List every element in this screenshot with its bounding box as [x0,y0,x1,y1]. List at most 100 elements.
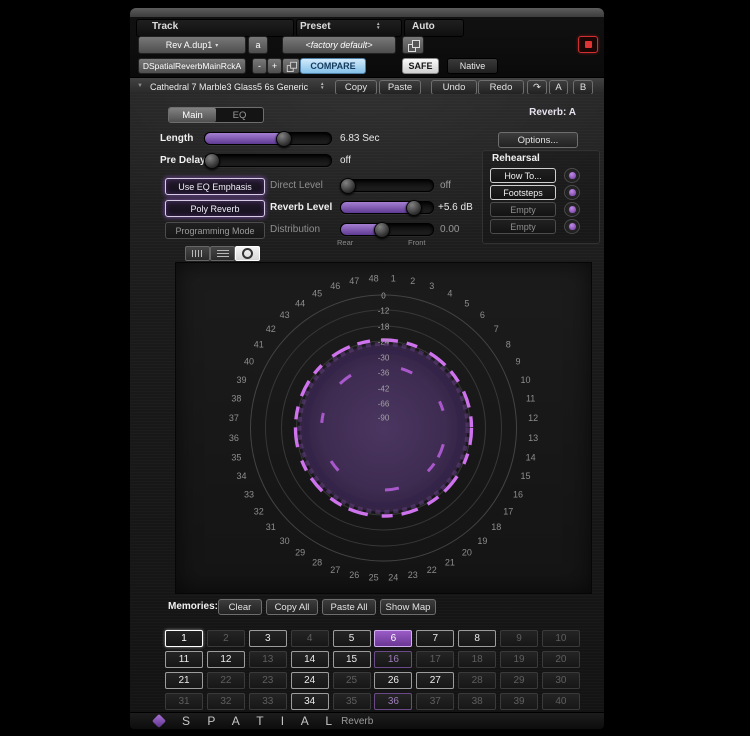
window-titlebar[interactable] [130,8,604,17]
audition-speaker-icon[interactable] [564,219,580,234]
memory-cell-37[interactable]: 37 [416,693,454,710]
setting-b-button[interactable]: B [573,80,593,95]
plugin-menu-arrow-icon[interactable]: ▼ [137,83,143,89]
redo-button[interactable]: Redo [478,80,524,95]
view-mode-lines-button[interactable] [210,246,235,261]
memory-cell-15[interactable]: 15 [333,651,371,668]
memory-cell-38[interactable]: 38 [458,693,496,710]
direct-level-slider[interactable] [340,179,434,192]
memory-cell-10[interactable]: 10 [542,630,580,647]
memory-cell-30[interactable]: 30 [542,672,580,689]
rehearsal-slot-2[interactable]: Footsteps [490,185,556,200]
direct-level-value[interactable]: off [440,180,451,191]
track-selector[interactable]: Rev A.dup1 ▾ [138,36,246,54]
undo-button[interactable]: Undo [431,80,477,95]
paste-button[interactable]: Paste [379,80,421,95]
paste-all-button[interactable]: Paste All [322,599,376,615]
plugin-selector[interactable]: DSpatialReverbMainRckA [138,58,246,74]
audition-speaker-icon[interactable] [564,168,580,183]
memory-cell-14[interactable]: 14 [291,651,329,668]
settings-menu-button[interactable] [282,58,300,74]
rehearsal-slot-1[interactable]: How To... [490,168,556,183]
view-mode-circle-button[interactable] [235,246,260,261]
memory-cell-2[interactable]: 2 [207,630,245,647]
memory-cell-36[interactable]: 36 [374,693,412,710]
pre-delay-slider[interactable] [204,154,332,167]
memory-cell-33[interactable]: 33 [249,693,287,710]
view-mode-bars-button[interactable] [185,246,210,261]
memory-cell-1[interactable]: 1 [165,630,203,647]
memory-cell-21[interactable]: 21 [165,672,203,689]
audition-speaker-icon[interactable] [564,202,580,217]
memory-cell-23[interactable]: 23 [249,672,287,689]
options-button[interactable]: Options... [498,132,578,148]
memory-cell-17[interactable]: 17 [416,651,454,668]
memory-cell-20[interactable]: 20 [542,651,580,668]
memory-cell-34[interactable]: 34 [291,693,329,710]
length-slider[interactable] [204,132,332,145]
memory-cell-11[interactable]: 11 [165,651,203,668]
slider-knob[interactable] [406,200,422,216]
memory-cell-8[interactable]: 8 [458,630,496,647]
distribution-value[interactable]: 0.00 [440,224,459,235]
memory-cell-13[interactable]: 13 [249,651,287,668]
memory-cell-35[interactable]: 35 [333,693,371,710]
tab-main[interactable]: Main [169,108,216,122]
memory-cell-22[interactable]: 22 [207,672,245,689]
memory-cell-12[interactable]: 12 [207,651,245,668]
reverb-distribution-map[interactable]: 0-12-18-24-30-36-42-66-90123456789101112… [176,263,591,593]
memory-cell-4[interactable]: 4 [291,630,329,647]
preset-decrement-button[interactable]: - [252,58,267,74]
memory-cell-25[interactable]: 25 [333,672,371,689]
track-letter-button[interactable]: a [248,36,268,54]
preset-selector[interactable]: <factory default> [282,36,396,54]
rehearsal-slot-3[interactable]: Empty [490,202,556,217]
preset-increment-button[interactable]: + [267,58,282,74]
memory-cell-26[interactable]: 26 [374,672,412,689]
tab-eq[interactable]: EQ [216,108,263,122]
audition-speaker-icon[interactable] [564,185,580,200]
memory-cell-40[interactable]: 40 [542,693,580,710]
memory-cell-9[interactable]: 9 [500,630,538,647]
poly-reverb-button[interactable]: Poly Reverb [165,200,265,217]
preset-title[interactable]: Cathedral 7 Marble3 Glass5 6s Generic [150,82,308,92]
memory-cell-6[interactable]: 6 [374,630,412,647]
length-value[interactable]: 6.83 Sec [340,133,379,144]
memory-cell-29[interactable]: 29 [500,672,538,689]
memory-cell-18[interactable]: 18 [458,651,496,668]
preset-spinner-icon[interactable]: ▲ ▼ [320,82,324,90]
show-map-button[interactable]: Show Map [380,599,436,615]
copy-button[interactable]: Copy [335,80,377,95]
slider-knob[interactable] [204,153,220,169]
redo-arrow-button[interactable]: ↷ [527,80,547,95]
native-processing-button[interactable]: Native [447,58,498,74]
preset-copy-button[interactable] [402,36,424,54]
memory-cell-16[interactable]: 16 [374,651,412,668]
memory-cell-3[interactable]: 3 [249,630,287,647]
programming-mode-button[interactable]: Programming Mode [165,222,265,239]
copy-all-button[interactable]: Copy All [266,599,318,615]
slider-knob[interactable] [340,178,356,194]
memory-cell-39[interactable]: 39 [500,693,538,710]
reverb-level-slider[interactable] [340,201,434,214]
reverb-level-value[interactable]: +5.6 dB [438,202,473,213]
preset-updown-icon[interactable]: ▲ ▼ [376,22,380,30]
clear-button[interactable]: Clear [218,599,262,615]
memory-cell-27[interactable]: 27 [416,672,454,689]
memory-cell-28[interactable]: 28 [458,672,496,689]
memory-cell-19[interactable]: 19 [500,651,538,668]
rehearsal-slot-4[interactable]: Empty [490,219,556,234]
use-eq-emphasis-button[interactable]: Use EQ Emphasis [165,178,265,195]
slider-knob[interactable] [374,222,390,238]
memory-cell-7[interactable]: 7 [416,630,454,647]
memory-cell-31[interactable]: 31 [165,693,203,710]
memory-cell-24[interactable]: 24 [291,672,329,689]
safe-button[interactable]: SAFE [402,58,439,74]
compare-button[interactable]: COMPARE [300,58,366,74]
memory-cell-5[interactable]: 5 [333,630,371,647]
setting-a-button[interactable]: A [549,80,568,95]
record-enable-button[interactable] [578,36,598,53]
pre-delay-value[interactable]: off [340,155,351,166]
distribution-slider[interactable] [340,223,434,236]
memory-cell-32[interactable]: 32 [207,693,245,710]
